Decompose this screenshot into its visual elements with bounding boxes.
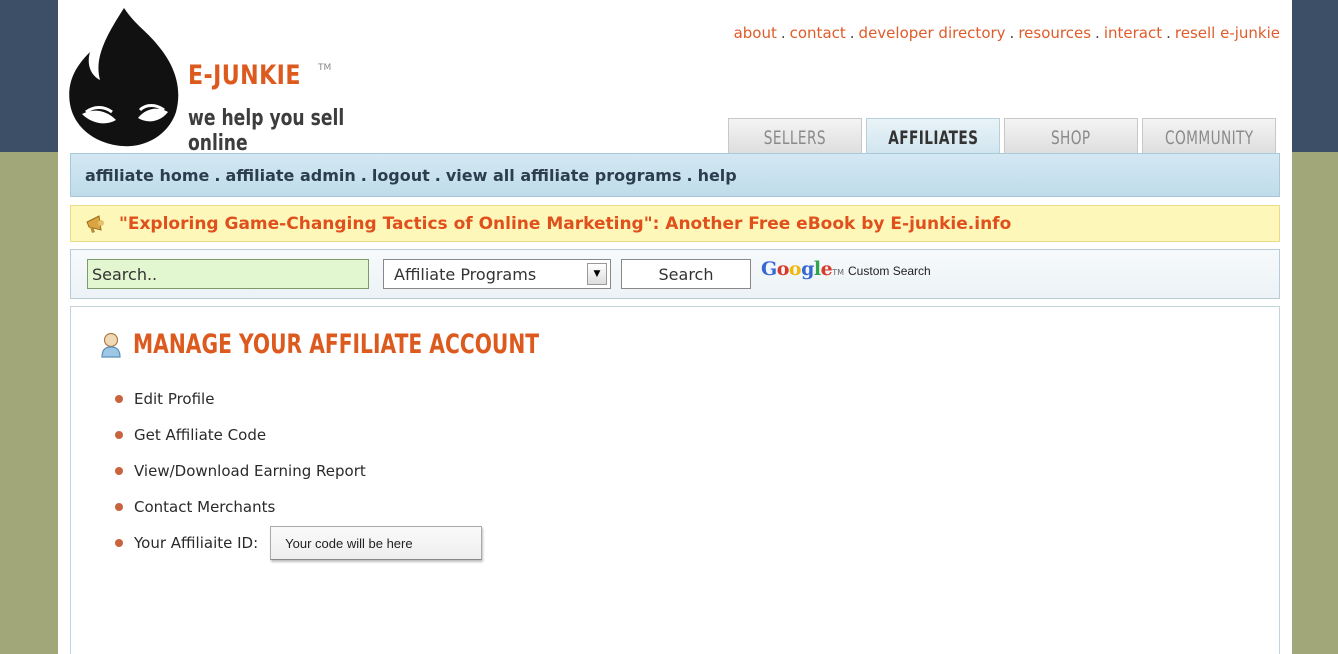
tab-label: SHOP — [1051, 126, 1091, 149]
top-link-about[interactable]: about — [734, 24, 777, 42]
affiliate-nav-bar: affiliate home. affiliate admin. logout. vi… — [70, 153, 1280, 197]
bullet-icon — [115, 503, 123, 511]
top-links: about. contact. developer directory. resour… — [734, 24, 1280, 42]
nav-affiliate-admin[interactable]: affiliate admin — [225, 166, 355, 185]
list-item: Contact Merchants — [115, 489, 482, 525]
search-scope-select[interactable]: Affiliate Programs ▼ — [383, 259, 611, 289]
tab-label: AFFILIATES — [887, 126, 979, 149]
tab-affiliates[interactable]: AFFILIATES — [866, 118, 1000, 156]
earning-report-link[interactable]: View/Download Earning Report — [134, 462, 366, 480]
tab-community[interactable]: COMMUNITY — [1142, 118, 1276, 156]
manage-title: MANAGE YOUR AFFILIATE ACCOUNT — [99, 329, 674, 360]
brand-tagline: we help you sell online — [188, 106, 345, 156]
nav-separator: . — [686, 165, 693, 185]
user-icon — [101, 332, 121, 358]
scope-selected-value: Affiliate Programs — [394, 264, 537, 284]
nav-separator: . — [214, 165, 221, 185]
top-link-developer-directory[interactable]: developer directory — [859, 24, 1006, 42]
edit-profile-link[interactable]: Edit Profile — [134, 390, 214, 408]
top-link-separator: . — [849, 24, 855, 42]
promo-link[interactable]: "Exploring Game-Changing Tactics of Onli… — [119, 214, 1011, 234]
top-link-separator: . — [1009, 24, 1015, 42]
google-trademark: TM — [832, 268, 845, 277]
chevron-down-icon[interactable]: ▼ — [587, 263, 607, 285]
top-link-separator: . — [780, 24, 786, 42]
list-item: Edit Profile — [115, 381, 482, 417]
top-link-interact[interactable]: interact — [1104, 24, 1162, 42]
nav-separator: . — [434, 165, 441, 185]
top-link-resources[interactable]: resources — [1018, 24, 1091, 42]
google-logo: Google — [761, 258, 833, 280]
tab-shop[interactable]: SHOP — [1004, 118, 1138, 156]
bullet-icon — [115, 395, 123, 403]
list-item: Get Affiliate Code — [115, 417, 482, 453]
account-menu: Edit Profile Get Affiliate Code View/Dow… — [115, 381, 483, 561]
custom-search-label: Custom Search — [848, 264, 931, 278]
affiliate-id-label: Your Affiliaite ID: — [134, 534, 259, 552]
bullet-icon — [115, 431, 123, 439]
trademark-mark: TM — [318, 63, 332, 73]
bullet-icon — [115, 467, 123, 475]
bullet-icon — [115, 539, 123, 547]
page: E-JUNKIE TM we help you sell online abou… — [58, 0, 1292, 654]
top-link-separator: . — [1166, 24, 1171, 42]
site-logo[interactable]: E-JUNKIE TM we help you sell online — [64, 8, 444, 156]
tab-sellers[interactable]: SELLERS — [728, 118, 862, 156]
list-item: View/Download Earning Report — [115, 453, 482, 489]
google-custom-search-logo: Google TM Custom Search — [761, 258, 931, 280]
search-button[interactable]: Search — [621, 259, 751, 289]
megaphone-icon — [86, 214, 104, 233]
main-tabs: SELLERS AFFILIATES SHOP COMMUNITY — [728, 118, 1280, 156]
nav-logout[interactable]: logout — [372, 166, 430, 185]
list-item: Your Affiliaite ID: Your code will be her… — [115, 525, 483, 561]
top-link-contact[interactable]: contact — [790, 24, 846, 42]
tab-label: SELLERS — [763, 126, 827, 149]
nav-view-all-programs[interactable]: view all affiliate programs — [446, 166, 682, 185]
promo-banner: "Exploring Game-Changing Tactics of Onli… — [70, 205, 1280, 242]
contact-merchants-link[interactable]: Contact Merchants — [134, 498, 275, 516]
brand-name: E-JUNKIE — [188, 60, 301, 91]
top-link-resell[interactable]: resell e-junkie — [1175, 24, 1280, 42]
tab-label: COMMUNITY — [1164, 126, 1254, 149]
manage-account-panel: MANAGE YOUR AFFILIATE ACCOUNT Edit Profi… — [70, 306, 1280, 654]
nav-affiliate-home[interactable]: affiliate home — [85, 166, 209, 185]
top-link-separator: . — [1095, 24, 1100, 42]
nav-separator: . — [360, 165, 367, 185]
affiliate-id-field[interactable]: Your code will be here — [270, 526, 483, 560]
flame-logo-icon — [69, 8, 179, 147]
nav-help[interactable]: help — [698, 166, 737, 185]
search-bar: Affiliate Programs ▼ Search Google TM Cu… — [70, 249, 1280, 299]
page-title: MANAGE YOUR AFFILIATE ACCOUNT — [133, 329, 540, 360]
search-input[interactable] — [87, 259, 369, 289]
get-affiliate-code-link[interactable]: Get Affiliate Code — [134, 426, 266, 444]
